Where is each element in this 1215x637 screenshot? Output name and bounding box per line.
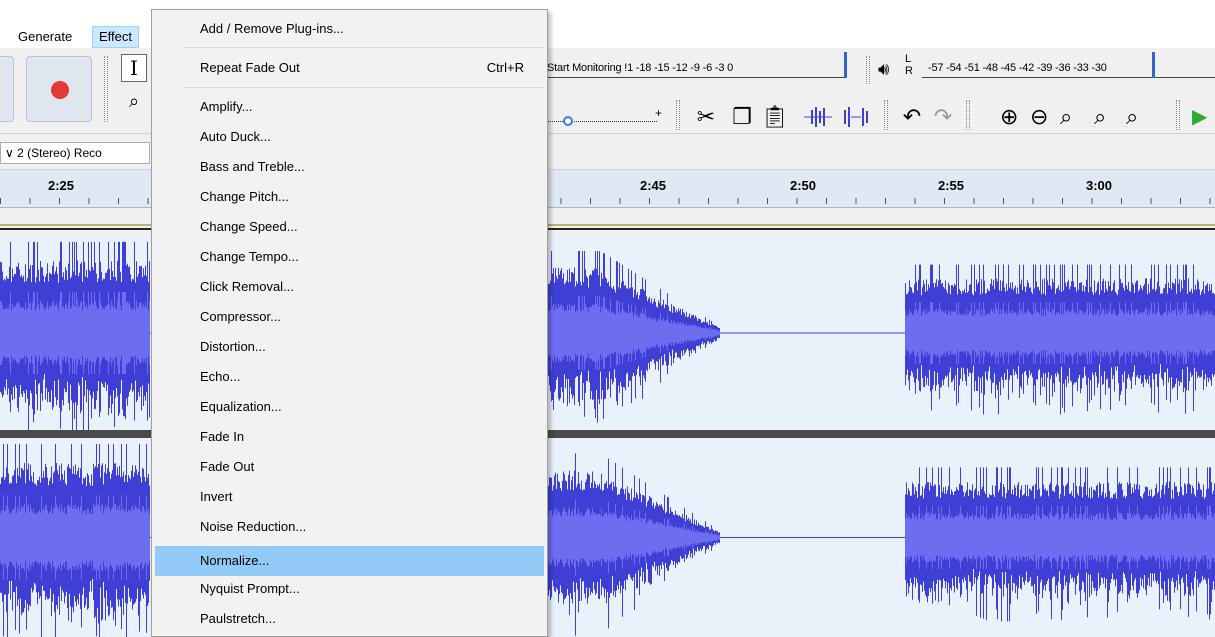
fit-selection-icon[interactable]: ⌕	[1060, 104, 1072, 130]
menu-item-label: Amplify...	[200, 99, 253, 114]
menu-separator	[184, 87, 544, 88]
menu-item-equalization[interactable]: Equalization...	[155, 394, 544, 420]
recording-channels-select[interactable]: ∨ 2 (Stereo) Reco	[0, 142, 150, 164]
toolbar-grip[interactable]	[866, 56, 870, 84]
menu-item-label: Compressor...	[200, 309, 281, 324]
menu-item-fade-out[interactable]: Fade Out	[155, 454, 544, 480]
menu-item-change-pitch[interactable]: Change Pitch...	[155, 184, 544, 210]
menu-item-paulstretch[interactable]: Paulstretch...	[155, 606, 544, 632]
menu-item-label: Change Tempo...	[200, 249, 299, 264]
transport-button-partial[interactable]	[0, 56, 14, 122]
record-button[interactable]	[26, 56, 92, 122]
menu-item-invert[interactable]: Invert	[155, 484, 544, 510]
toolbar-grip[interactable]	[1176, 100, 1180, 130]
undo-icon[interactable]: ↶	[897, 102, 927, 132]
playback-meter-baseline	[922, 77, 1215, 78]
ruler-label: 2:50	[790, 178, 817, 193]
menu-effect[interactable]: Effect	[92, 26, 140, 48]
ibeam-icon: I	[130, 56, 138, 80]
menu-generate[interactable]: Generate	[12, 26, 78, 48]
menu-item-label: Noise Reduction...	[200, 519, 307, 534]
menu-separator	[184, 47, 544, 48]
zoom-in-icon[interactable]: ⊕	[1000, 104, 1018, 130]
ruler-label: 3:00	[1086, 178, 1113, 193]
toolbar-grip[interactable]	[676, 100, 680, 130]
fit-project-icon[interactable]: ⌕	[1094, 104, 1106, 130]
playback-peak-marker	[1152, 52, 1155, 78]
menu-item-label: Click Removal...	[200, 279, 294, 294]
redo-icon[interactable]: ↷	[928, 102, 958, 132]
paste-icon[interactable]: 📋︎	[760, 102, 790, 132]
menu-item-bass-and-treble[interactable]: Bass and Treble...	[155, 154, 544, 180]
ruler-label: 2:55	[938, 178, 965, 193]
slider-knob[interactable]	[563, 116, 573, 126]
toolbar-grip[interactable]	[966, 100, 970, 130]
menu-item-fade-in[interactable]: Fade In	[155, 424, 544, 450]
meter-right-label: R	[905, 65, 913, 77]
menu-item-noise-reduction[interactable]: Noise Reduction...	[155, 514, 544, 540]
menu-item-auto-duck[interactable]: Auto Duck...	[155, 124, 544, 150]
menu-item-change-speed[interactable]: Change Speed...	[155, 214, 544, 240]
menu-item-label: Change Pitch...	[200, 189, 289, 204]
record-icon	[51, 81, 69, 99]
menu-item-amplify[interactable]: Amplify...	[155, 94, 544, 120]
trim-icon-shape	[804, 107, 832, 127]
menu-item-click-removal[interactable]: Click Removal...	[155, 274, 544, 300]
menu-item-label: Equalization...	[200, 399, 282, 414]
menu-item-label: Distortion...	[200, 339, 266, 354]
menu-item-label: Normalize...	[200, 553, 270, 568]
menu-item-add-remove-plugins[interactable]: Add / Remove Plug-ins...	[155, 16, 544, 42]
copy-icon[interactable]: ❐	[727, 102, 757, 132]
zoom-out-icon[interactable]: ⊖	[1030, 104, 1048, 130]
trim-icon[interactable]	[800, 102, 836, 132]
ruler-label: 2:45	[640, 178, 667, 193]
menu-item-nyquist-prompt[interactable]: Nyquist Prompt...	[155, 576, 544, 602]
effect-menu: Add / Remove Plug-ins... Repeat Fade Out…	[151, 9, 548, 637]
meter-baseline	[547, 77, 847, 78]
menu-item-label: Invert	[200, 489, 233, 504]
speaker-icon[interactable]: 🔊︎	[878, 59, 889, 80]
chevron-down-icon: ∨	[5, 146, 14, 160]
silence-icon[interactable]	[838, 102, 874, 132]
menu-item-distortion[interactable]: Distortion...	[155, 334, 544, 360]
menu-item-label: Change Speed...	[200, 219, 298, 234]
menu-item-shortcut: Ctrl+R	[486, 60, 524, 75]
menu-item-label: Nyquist Prompt...	[200, 581, 300, 596]
silence-icon-shape	[844, 107, 868, 127]
cut-icon[interactable]: ✂	[691, 102, 721, 132]
zoom-tool-button[interactable]: ⌕	[121, 88, 147, 116]
zoom-tool-icon: ⌕	[128, 91, 140, 111]
recording-channels-value: 2 (Stereo) Reco	[17, 146, 102, 160]
toolbar-grip[interactable]	[104, 56, 108, 122]
ruler-label: 2:25	[48, 178, 75, 193]
menu-item-label: Auto Duck...	[200, 129, 271, 144]
slider-plus-label: +	[655, 106, 663, 120]
menu-item-repeat-fade-out[interactable]: Repeat Fade Out Ctrl+R	[155, 55, 544, 81]
meter-left-label: L	[905, 53, 912, 65]
menu-item-compressor[interactable]: Compressor...	[155, 304, 544, 330]
meter-peak-marker	[844, 52, 847, 78]
playback-meter[interactable]: -57 -54 -51 -48 -45 -42 -39 -36 -33 -30	[928, 62, 1107, 74]
start-monitoring-meter[interactable]: Start Monitoring !1 -18 -15 -12 -9 -6 -3…	[547, 62, 733, 74]
menu-item-change-tempo[interactable]: Change Tempo...	[155, 244, 544, 270]
menu-item-label: Bass and Treble...	[200, 159, 305, 174]
menu-item-label: Repeat Fade Out	[200, 60, 300, 75]
menu-item-label: Add / Remove Plug-ins...	[200, 21, 344, 36]
menu-item-normalize[interactable]: Normalize...	[155, 546, 544, 576]
ibeam-tool-button[interactable]: I	[121, 54, 147, 82]
menu-item-label: Echo...	[200, 369, 241, 384]
play-icon[interactable]: ▶	[1192, 104, 1207, 129]
zoom-toggle-icon[interactable]: ⌕	[1126, 104, 1138, 130]
menu-item-label: Paulstretch...	[200, 611, 276, 626]
menu-item-label: Fade In	[200, 429, 245, 444]
toolbar-grip[interactable]	[884, 100, 888, 130]
menu-item-label: Fade Out	[200, 459, 255, 474]
menu-item-echo[interactable]: Echo...	[155, 364, 544, 390]
